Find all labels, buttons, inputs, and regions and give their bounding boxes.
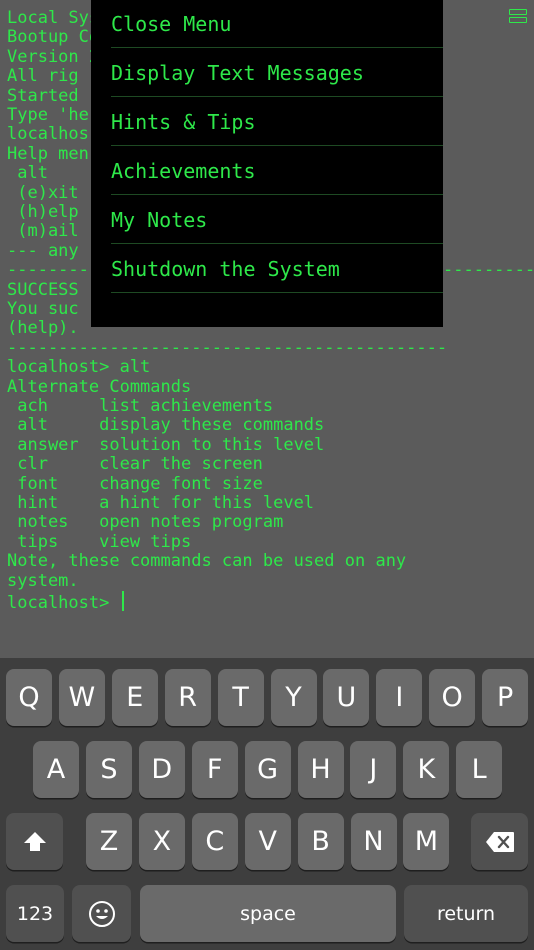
- terminal-line: notes open notes program: [7, 512, 284, 533]
- key-i[interactable]: I: [376, 669, 423, 726]
- terminal-line: ach list achievements: [7, 396, 274, 416]
- terminal-line: alt: [7, 163, 48, 184]
- key-v[interactable]: V: [244, 813, 291, 870]
- key-h[interactable]: H: [297, 741, 344, 798]
- terminal-line: Alternate Commands: [7, 376, 192, 397]
- terminal-line: (help).: [7, 318, 79, 339]
- numbers-key[interactable]: 123: [6, 885, 64, 942]
- terminal-line: answer solution to this level: [7, 434, 325, 455]
- key-w[interactable]: W: [58, 669, 105, 726]
- terminal-line: Type 'he: [7, 105, 89, 125]
- terminal-line: (e)xit: [7, 182, 79, 203]
- menu-item-achievements[interactable]: Achievements: [111, 147, 443, 195]
- menu-item-close-menu[interactable]: Close Menu: [111, 0, 443, 48]
- menu-item-my-notes[interactable]: My Notes: [111, 196, 443, 244]
- key-c[interactable]: C: [191, 813, 238, 870]
- key-o[interactable]: O: [429, 669, 476, 726]
- terminal-line: localhost> alt: [7, 357, 151, 378]
- key-r[interactable]: R: [164, 669, 211, 726]
- key-t[interactable]: T: [217, 669, 264, 726]
- terminal-line: (m)ail: [7, 221, 79, 242]
- menu-item-hints-tips[interactable]: Hints & Tips: [111, 98, 443, 146]
- return-key[interactable]: return: [404, 885, 528, 942]
- key-a[interactable]: A: [33, 741, 79, 798]
- terminal-dash-tail: -----------: [443, 260, 534, 280]
- key-q[interactable]: Q: [6, 669, 52, 726]
- terminal-line: Version 2: [7, 46, 100, 67]
- terminal-line: hint a hint for this level: [7, 493, 315, 513]
- terminal-line: localhos: [7, 124, 89, 145]
- dropdown-menu: Close Menu Display Text Messages Hints &…: [91, 0, 443, 327]
- shift-key[interactable]: [6, 813, 63, 870]
- on-screen-keyboard: QWERTYUIOP ASDFGHJKL ZXCVBNM 123 space ret…: [0, 658, 534, 950]
- space-key[interactable]: space: [140, 885, 396, 942]
- key-y[interactable]: Y: [270, 669, 317, 726]
- terminal-line: system.: [7, 570, 79, 591]
- terminal-line: font change font size: [7, 473, 263, 494]
- key-m[interactable]: M: [403, 813, 450, 870]
- text-cursor: [121, 591, 124, 611]
- terminal-line: Help men: [7, 143, 89, 164]
- terminal-line: Note, these commands can be used on any: [7, 551, 407, 572]
- key-u[interactable]: U: [323, 669, 370, 726]
- terminal-line: Started: [7, 85, 79, 106]
- terminal-line: SUCCESS: [7, 279, 79, 300]
- key-n[interactable]: N: [350, 813, 397, 870]
- menu-item-shutdown-system[interactable]: Shutdown the System: [111, 245, 443, 293]
- terminal-line: ----------------------------------------…: [7, 337, 448, 358]
- key-d[interactable]: D: [138, 741, 185, 798]
- terminal-line: Bootup Co: [7, 27, 100, 48]
- key-e[interactable]: E: [111, 669, 158, 726]
- backspace-icon: [485, 831, 514, 852]
- terminal-line: --------: [7, 260, 89, 281]
- key-z[interactable]: Z: [86, 813, 132, 870]
- terminal-line: tips view tips: [7, 531, 192, 552]
- emoji-icon: [88, 900, 115, 927]
- terminal-line: clr clear the screen: [7, 454, 263, 475]
- key-k[interactable]: K: [403, 741, 450, 798]
- emoji-key[interactable]: [72, 885, 131, 942]
- terminal-line: You suc: [7, 299, 79, 319]
- key-x[interactable]: X: [138, 813, 185, 870]
- key-l[interactable]: L: [456, 741, 503, 798]
- key-f[interactable]: F: [191, 741, 238, 798]
- key-b[interactable]: B: [297, 813, 344, 870]
- terminal-line: --- any: [7, 240, 79, 261]
- terminal-line: All rig: [7, 66, 79, 87]
- key-s[interactable]: S: [85, 741, 132, 798]
- shift-icon: [23, 831, 46, 851]
- backspace-key[interactable]: [471, 813, 528, 870]
- terminal-prompt-line: localhost>: [7, 591, 124, 613]
- terminal-line: alt display these commands: [7, 415, 325, 436]
- key-g[interactable]: G: [244, 741, 291, 798]
- terminal-line: (h)elp: [7, 202, 79, 222]
- key-p[interactable]: P: [482, 669, 529, 726]
- menu-item-display-text-messages[interactable]: Display Text Messages: [111, 49, 443, 97]
- menu-toggle-icon[interactable]: [509, 6, 529, 26]
- key-j[interactable]: J: [350, 741, 397, 798]
